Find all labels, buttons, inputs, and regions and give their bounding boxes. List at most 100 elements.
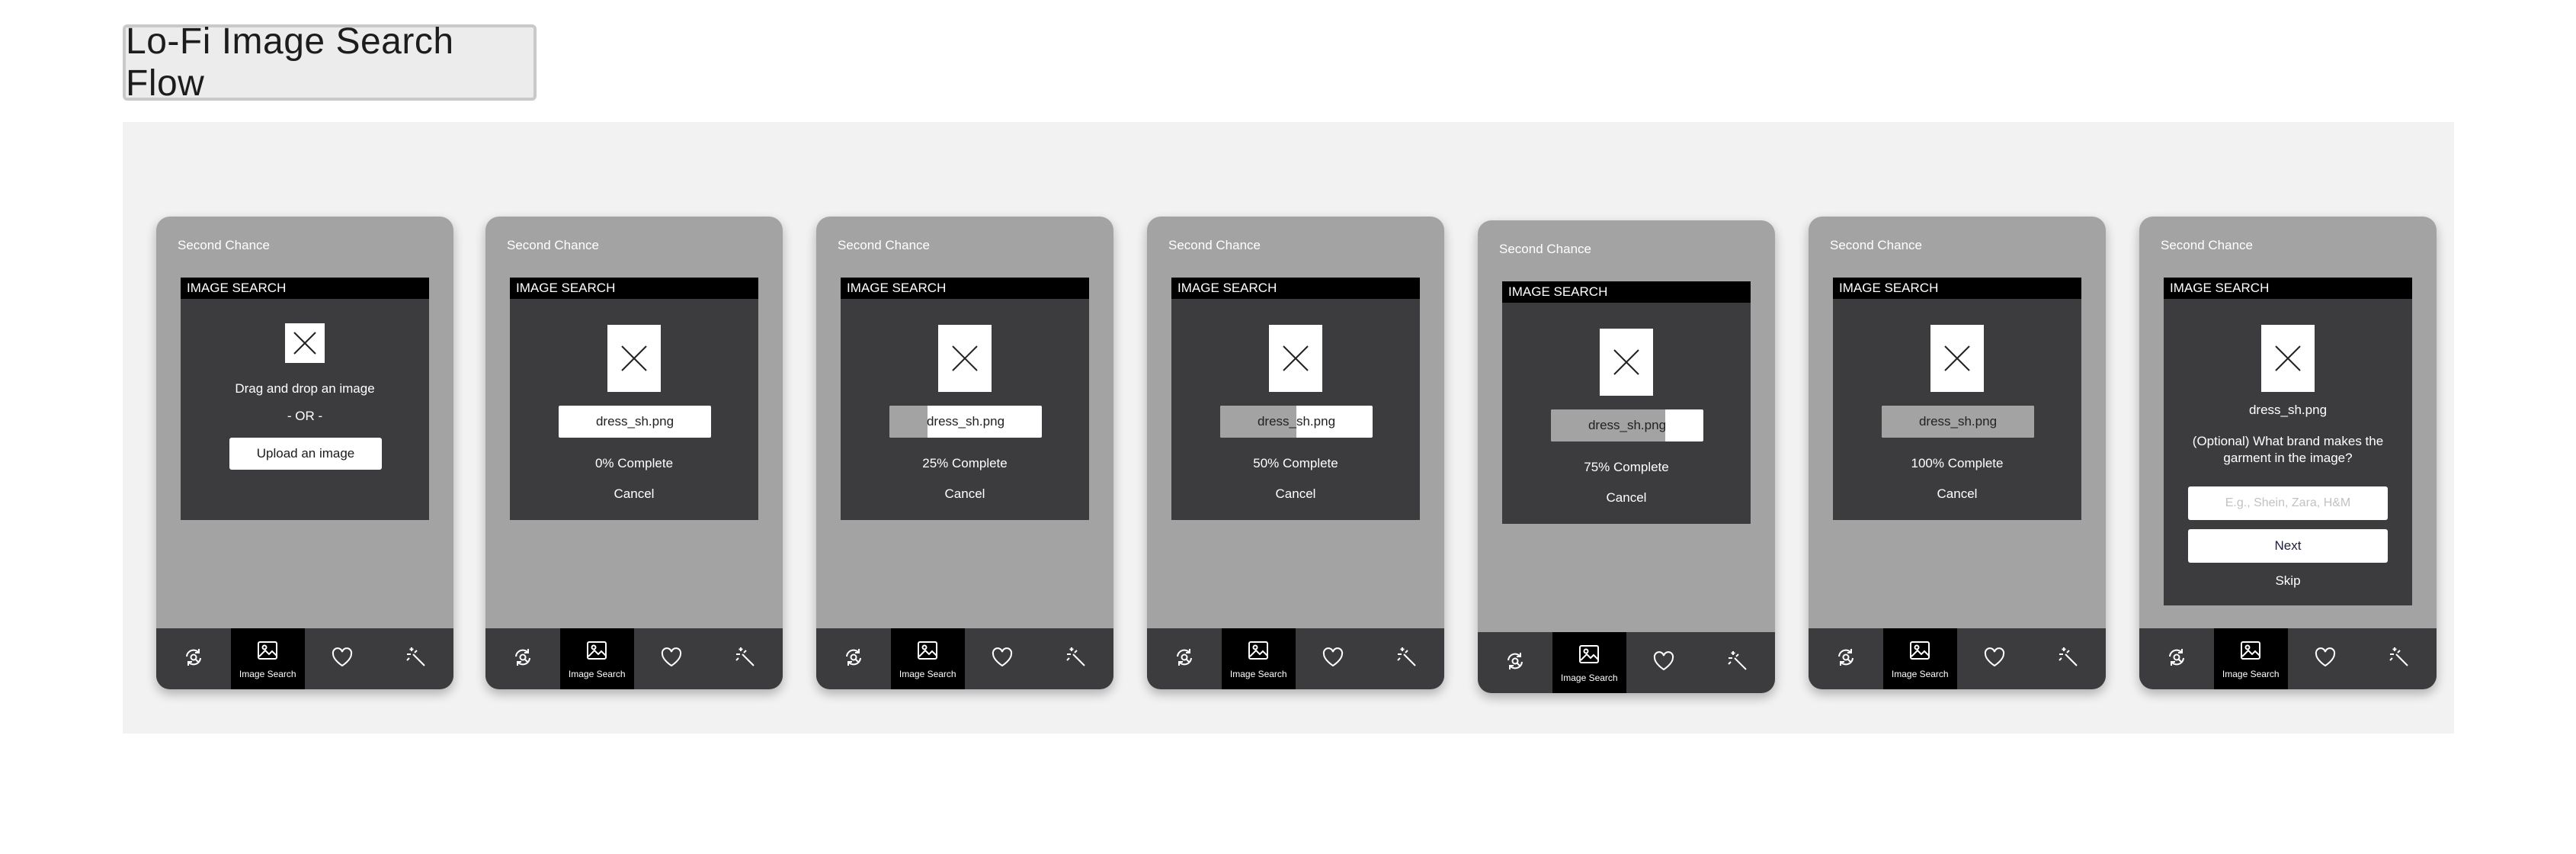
magic-wand-icon xyxy=(1064,645,1088,673)
nav-item-refresh-search[interactable] xyxy=(1809,628,1883,689)
nav-item-refresh-search[interactable] xyxy=(2139,628,2214,689)
page-title: Lo-Fi Image Search Flow xyxy=(123,21,537,104)
cancel-button[interactable]: Cancel xyxy=(1171,486,1420,502)
nav-label-image-search: Image Search xyxy=(899,668,956,679)
magic-wand-icon xyxy=(2387,645,2411,673)
nav-item-favorites[interactable] xyxy=(634,628,709,689)
cancel-button[interactable]: Cancel xyxy=(1833,486,2081,502)
refresh-search-icon xyxy=(511,645,535,673)
nav-item-image-search[interactable]: Image Search xyxy=(1882,628,1957,689)
upload-progress-bar: dress_sh.png xyxy=(1220,406,1373,438)
nav-item-favorites[interactable] xyxy=(1957,628,2032,689)
nav-item-magic[interactable] xyxy=(2032,628,2107,689)
nav-item-image-search[interactable]: Image Search xyxy=(890,628,965,689)
skip-button[interactable]: Skip xyxy=(2164,573,2412,589)
phone-frame-progress-100: Second Chance IMAGE SEARCH dress_sh.png … xyxy=(1809,217,2106,689)
image-placeholder-icon xyxy=(1269,325,1322,392)
design-canvas: Second Chance IMAGE SEARCH Drag and drop… xyxy=(123,122,2454,734)
heart-icon xyxy=(659,645,684,673)
bottom-nav: Image Search xyxy=(816,628,1113,689)
progress-status: 50% Complete xyxy=(1253,456,1338,470)
image-icon xyxy=(1578,643,1600,669)
bottom-nav: Image Search xyxy=(2139,628,2437,689)
refresh-search-icon xyxy=(1503,649,1527,677)
phone-frame-upload: Second Chance IMAGE SEARCH Drag and drop… xyxy=(156,217,453,689)
brand-label: Second Chance xyxy=(178,238,270,252)
nav-item-image-search[interactable]: Image Search xyxy=(559,628,634,689)
cancel-button[interactable]: Cancel xyxy=(1502,490,1751,506)
phone-frame-progress-50: Second Chance IMAGE SEARCH dress_sh.png … xyxy=(1147,217,1444,689)
image-placeholder-icon xyxy=(285,323,325,363)
nav-item-magic[interactable] xyxy=(709,628,783,689)
nav-item-favorites[interactable] xyxy=(2288,628,2363,689)
image-search-modal: IMAGE SEARCH dress_sh.png 50% Complete C… xyxy=(1171,278,1420,520)
nav-item-image-search[interactable]: Image Search xyxy=(1221,628,1296,689)
image-search-modal: IMAGE SEARCH dress_sh.png 0% Complete Ca… xyxy=(510,278,758,520)
image-icon xyxy=(585,639,608,666)
image-placeholder-icon xyxy=(2261,325,2315,392)
brand-label: Second Chance xyxy=(1499,242,1591,256)
refresh-search-icon xyxy=(841,645,866,673)
heart-icon xyxy=(2313,645,2337,673)
file-name: dress_sh.png xyxy=(926,414,1005,429)
nav-item-magic[interactable] xyxy=(1040,628,1114,689)
bottom-nav: Image Search xyxy=(1809,628,2106,689)
nav-item-image-search[interactable]: Image Search xyxy=(1552,632,1626,693)
nav-item-refresh-search[interactable] xyxy=(816,628,891,689)
heart-icon xyxy=(1652,649,1676,677)
file-name: dress_sh.png xyxy=(1918,414,1998,429)
next-button[interactable]: Next xyxy=(2188,529,2388,563)
nav-label-image-search: Image Search xyxy=(1560,672,1618,683)
modal-title: IMAGE SEARCH xyxy=(1833,278,2081,299)
nav-item-refresh-search[interactable] xyxy=(1147,628,1222,689)
nav-item-magic[interactable] xyxy=(2363,628,2437,689)
brand-label: Second Chance xyxy=(1830,238,1922,252)
cancel-button[interactable]: Cancel xyxy=(841,486,1089,502)
nav-item-refresh-search[interactable] xyxy=(1478,632,1552,693)
phone-frame-brand-question: Second Chance IMAGE SEARCH dress_sh.png … xyxy=(2139,217,2437,689)
cancel-button[interactable]: Cancel xyxy=(510,486,758,502)
nav-item-favorites[interactable] xyxy=(1626,632,1701,693)
image-search-modal: IMAGE SEARCH dress_sh.png 100% Complete … xyxy=(1833,278,2081,520)
brand-label: Second Chance xyxy=(2161,238,2253,252)
file-name: dress_sh.png xyxy=(595,414,674,429)
nav-item-magic[interactable] xyxy=(1701,632,1776,693)
image-search-modal: IMAGE SEARCH dress_sh.png (Optional) Wha… xyxy=(2164,278,2412,605)
file-name: dress_sh.png xyxy=(1588,418,1667,432)
image-icon xyxy=(916,639,939,666)
image-icon xyxy=(2239,639,2262,666)
upload-progress-bar: dress_sh.png xyxy=(1882,406,2034,438)
bottom-nav: Image Search xyxy=(485,628,783,689)
image-search-modal: IMAGE SEARCH dress_sh.png 75% Complete C… xyxy=(1502,281,1751,524)
image-search-modal: IMAGE SEARCH dress_sh.png 25% Complete C… xyxy=(841,278,1089,520)
nav-label-image-search: Image Search xyxy=(568,668,626,679)
nav-item-image-search[interactable]: Image Search xyxy=(230,628,305,689)
image-search-modal: IMAGE SEARCH Drag and drop an image - OR… xyxy=(181,278,429,520)
nav-item-refresh-search[interactable] xyxy=(485,628,560,689)
brand-label: Second Chance xyxy=(838,238,930,252)
nav-item-image-search[interactable]: Image Search xyxy=(2213,628,2288,689)
heart-icon xyxy=(1982,645,2007,673)
upload-image-button[interactable]: Upload an image xyxy=(229,438,382,470)
refresh-search-icon xyxy=(1172,645,1197,673)
nav-item-favorites[interactable] xyxy=(1296,628,1370,689)
upload-progress-bar: dress_sh.png xyxy=(1551,409,1703,441)
nav-item-magic[interactable] xyxy=(380,628,454,689)
image-icon xyxy=(1908,639,1931,666)
modal-title: IMAGE SEARCH xyxy=(1171,278,1420,299)
magic-wand-icon xyxy=(733,645,758,673)
heart-icon xyxy=(990,645,1014,673)
progress-status: 100% Complete xyxy=(1911,456,2004,470)
nav-item-favorites[interactable] xyxy=(965,628,1040,689)
brand-input[interactable]: E.g., Shein, Zara, H&M xyxy=(2188,486,2388,520)
refresh-search-icon xyxy=(1834,645,1858,673)
file-name: dress_sh.png xyxy=(2248,403,2328,417)
nav-item-magic[interactable] xyxy=(1370,628,1445,689)
nav-item-favorites[interactable] xyxy=(305,628,380,689)
magic-wand-icon xyxy=(2056,645,2081,673)
heart-icon xyxy=(330,645,354,673)
nav-label-image-search: Image Search xyxy=(239,668,296,679)
nav-item-refresh-search[interactable] xyxy=(156,628,231,689)
modal-title: IMAGE SEARCH xyxy=(1502,281,1751,303)
image-placeholder-icon xyxy=(1600,329,1653,396)
